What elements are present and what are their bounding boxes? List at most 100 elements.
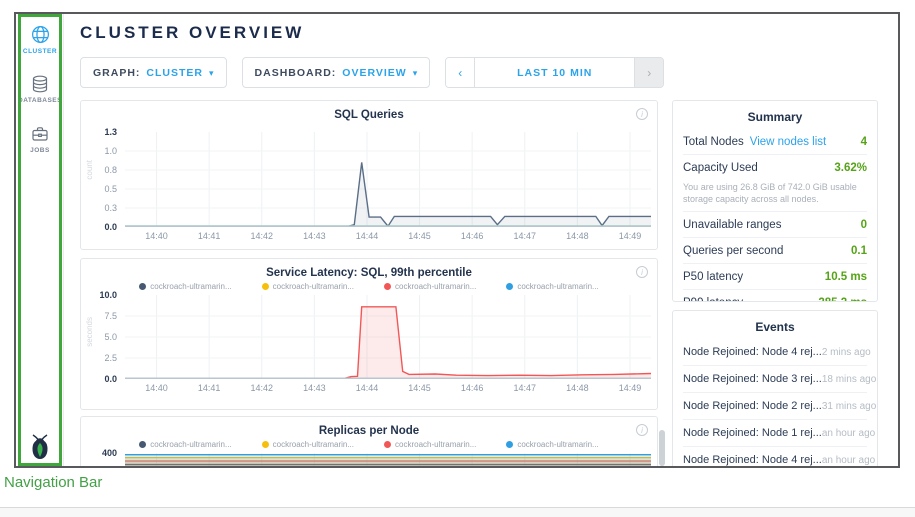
chart-plot-area [125,453,651,468]
view-nodes-link[interactable]: View nodes list [750,136,827,148]
summary-row-value: 10.5 ms [825,271,867,283]
x-tick-label: 14:49 [608,383,652,393]
summary-row: Queries per second0.1 [683,237,867,263]
summary-row: Total NodesView nodes list4 [683,129,867,154]
events-panel: Events Node Rejoined: Node 4 rej...2 min… [672,310,878,468]
sidebar-item-databases[interactable]: DATABASES [16,64,64,114]
legend-dot-icon [506,283,513,290]
x-tick-label: 14:41 [187,383,231,393]
summary-row: Unavailable ranges 0 [683,211,867,237]
sidebar-item-cluster[interactable]: CLUSTER [16,14,64,64]
y-tick-label: 2.5 [83,353,117,363]
event-text: Node Rejoined: Node 4 rej... [683,346,822,358]
x-tick-label: 14:47 [503,383,547,393]
x-tick-label: 14:46 [450,231,494,241]
x-tick-label: 14:49 [608,231,652,241]
x-tick-label: 14:45 [398,383,442,393]
navigation-sidebar: CLUSTER DATABASES [16,14,64,466]
event-text: Node Rejoined: Node 3 rej... [683,373,822,385]
chart-title: Replicas per Node [81,417,657,437]
info-icon[interactable]: i [636,266,648,278]
x-tick-label: 14:40 [135,383,179,393]
event-time: an hour ago [822,428,875,439]
events-title: Events [683,311,867,339]
legend-dot-icon [384,283,391,290]
page-title: CLUSTER OVERVIEW [80,23,304,43]
x-tick-label: 14:46 [450,383,494,393]
legend-item[interactable]: cockroach-ultramarin... [384,282,476,291]
summary-row-value: 0.1 [851,245,867,257]
chart-replicas-per-node: Replicas per Node i cockroach-ultramarin… [80,416,658,468]
summary-row: P99 latency 285.2 ms [683,289,867,302]
summary-row-label: P99 latency [683,297,743,302]
legend-item[interactable]: cockroach-ultramarin... [139,440,231,449]
graph-dropdown-value: CLUSTER [146,67,203,79]
legend-item[interactable]: cockroach-ultramarin... [506,282,598,291]
y-tick-label: 0.0 [83,222,117,232]
admin-ui-window: CLUSTER DATABASES [14,12,900,468]
sidebar-item-jobs[interactable]: JOBS [16,114,64,164]
summary-row-value: 4 [861,136,867,148]
chevron-down-icon: ▾ [209,68,214,79]
event-rows: Node Rejoined: Node 4 rej...2 mins agoNo… [683,339,867,468]
summary-row-label: Unavailable ranges [683,219,781,231]
summary-row: Capacity Used3.62%You are using 26.8 GiB… [683,154,867,211]
time-prev-button[interactable]: ‹ [446,58,475,87]
x-tick-label: 14:44 [345,383,389,393]
x-tick-label: 14:43 [292,383,336,393]
event-list-item[interactable]: Node Rejoined: Node 2 rej...31 mins ago [683,392,867,419]
y-tick-label: 0.3 [83,203,117,213]
event-text: Node Rejoined: Node 4 rej... [683,454,822,466]
summary-row-value: 285.2 ms [818,297,867,302]
annotation-label: Navigation Bar [4,474,102,491]
cockroachdb-logo[interactable] [16,432,64,460]
dashboard-dropdown[interactable]: DASHBOARD: OVERVIEW ▾ [242,57,431,88]
event-time: an hour ago [822,455,875,466]
legend-dot-icon [139,441,146,448]
time-range-selector: ‹ LAST 10 MIN › [445,57,664,88]
toolbar: GRAPH: CLUSTER ▾ DASHBOARD: OVERVIEW ▾ ‹… [80,57,664,88]
dashboard-dropdown-value: OVERVIEW [342,67,406,79]
chevron-down-icon: ▾ [413,68,418,79]
event-text: Node Rejoined: Node 2 rej... [683,400,822,412]
event-list-item[interactable]: Node Rejoined: Node 1 rej...an hour ago [683,419,867,446]
summary-row-label: Capacity Used [683,162,758,174]
time-next-button[interactable]: › [634,58,663,87]
x-tick-label: 14:41 [187,231,231,241]
x-tick-label: 14:45 [398,231,442,241]
legend-dot-icon [384,441,391,448]
cockroach-icon [27,432,53,460]
legend-item[interactable]: cockroach-ultramarin... [262,282,354,291]
legend-dot-icon [506,441,513,448]
time-range-label[interactable]: LAST 10 MIN [475,58,634,87]
chart-legend: cockroach-ultramarin... cockroach-ultrama… [81,282,657,291]
info-icon[interactable]: i [636,424,648,436]
chart-sql-queries: SQL Queries i 1.31.00.80.50.30.014:4014:… [80,100,658,250]
legend-item[interactable]: cockroach-ultramarin... [384,440,476,449]
legend-item[interactable]: cockroach-ultramarin... [506,440,598,449]
legend-item[interactable]: cockroach-ultramarin... [262,440,354,449]
summary-row-value: 0 [861,219,867,231]
info-icon[interactable]: i [636,108,648,120]
legend-item[interactable]: cockroach-ultramarin... [139,282,231,291]
event-list-item[interactable]: Node Rejoined: Node 4 rej...an hour ago [683,446,867,468]
x-tick-label: 14:44 [345,231,389,241]
event-time: 31 mins ago [822,401,876,412]
event-list-item[interactable]: Node Rejoined: Node 4 rej...2 mins ago [683,339,867,365]
summary-row-description: You are using 26.8 GiB of 742.0 GiB usab… [683,180,867,211]
y-tick-label: 1.3 [83,127,117,137]
graph-dropdown[interactable]: GRAPH: CLUSTER ▾ [80,57,227,88]
x-tick-label: 14:42 [240,231,284,241]
scrollbar-thumb[interactable] [659,430,665,466]
sidebar-item-label: CLUSTER [23,48,57,55]
x-tick-label: 14:42 [240,383,284,393]
event-list-item[interactable]: Node Rejoined: Node 3 rej...18 mins ago [683,365,867,392]
summary-rows: Total NodesView nodes list4Capacity Used… [683,129,867,302]
event-time: 18 mins ago [822,374,876,385]
screenshot-stage: CLUSTER DATABASES [0,0,915,517]
legend-dot-icon [262,441,269,448]
event-text: Node Rejoined: Node 1 rej... [683,427,822,439]
sidebar-item-label: DATABASES [18,97,62,104]
summary-row-label: P50 latency [683,271,743,283]
summary-panel: Summary Total NodesView nodes list4Capac… [672,100,878,302]
